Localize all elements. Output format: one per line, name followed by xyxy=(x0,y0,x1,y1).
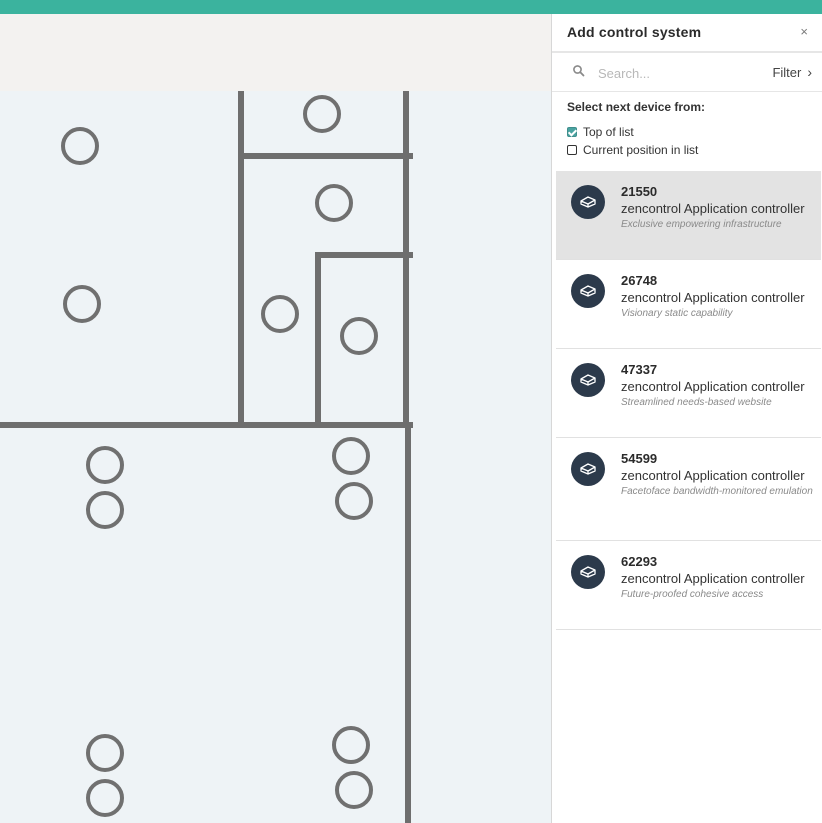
controller-icon xyxy=(571,555,605,589)
chevron-right-icon: › xyxy=(807,64,812,80)
device-list-item[interactable]: 47337 zencontrol Application controller … xyxy=(556,349,821,438)
device-id: 47337 xyxy=(621,362,658,377)
controller-icon xyxy=(571,185,605,219)
close-button[interactable]: × xyxy=(800,24,808,39)
filter-label: Filter xyxy=(772,65,802,80)
panel-title: Add control system xyxy=(567,24,702,40)
search-bar: Filter › xyxy=(552,53,822,92)
device-description: Exclusive empowering infrastructure xyxy=(621,219,782,230)
checkbox-current-position[interactable] xyxy=(567,145,577,155)
device-info: 21550 zencontrol Application controller … xyxy=(621,184,816,232)
panel-header: Add control system × xyxy=(552,14,822,53)
luminaire[interactable] xyxy=(303,95,341,133)
luminaire[interactable] xyxy=(63,285,101,323)
checkbox-top-of-list[interactable] xyxy=(567,127,577,137)
option-current-position[interactable]: Current position in list xyxy=(567,143,698,157)
select-next-device-label: Select next device from: xyxy=(567,100,706,114)
device-info: 62293 zencontrol Application controller … xyxy=(621,554,816,602)
app-header-bar xyxy=(0,0,822,14)
option-label: Current position in list xyxy=(583,143,699,157)
map-toolbar xyxy=(0,14,551,92)
device-name: zencontrol Application controller xyxy=(621,468,805,483)
floor-plan xyxy=(0,91,413,823)
luminaire[interactable] xyxy=(86,491,124,529)
luminaire[interactable] xyxy=(332,437,370,475)
controller-icon xyxy=(571,452,605,486)
luminaire[interactable] xyxy=(315,184,353,222)
device-name: zencontrol Application controller xyxy=(621,379,805,394)
luminaire[interactable] xyxy=(335,482,373,520)
luminaire[interactable] xyxy=(335,771,373,809)
device-info: 54599 zencontrol Application controller … xyxy=(621,451,816,499)
device-name: zencontrol Application controller xyxy=(621,571,805,586)
option-label: Top of list xyxy=(583,125,634,139)
option-top-of-list[interactable]: Top of list xyxy=(567,125,634,139)
device-list-item[interactable]: 62293 zencontrol Application controller … xyxy=(556,541,821,630)
device-description: Streamlined needs-based website xyxy=(621,397,772,408)
luminaire[interactable] xyxy=(86,446,124,484)
device-list: 21550 zencontrol Application controller … xyxy=(556,171,821,630)
luminaire[interactable] xyxy=(86,779,124,817)
device-info: 26748 zencontrol Application controller … xyxy=(621,273,816,321)
device-name: zencontrol Application controller xyxy=(621,201,805,216)
device-description: Facetoface bandwidth-monitored emulation xyxy=(621,486,813,497)
controller-icon xyxy=(571,274,605,308)
filter-button[interactable]: Filter › xyxy=(772,64,812,80)
device-info: 47337 zencontrol Application controller … xyxy=(621,362,816,410)
luminaire[interactable] xyxy=(61,127,99,165)
floor-plan-canvas[interactable] xyxy=(0,91,551,823)
device-id: 54599 xyxy=(621,451,658,466)
device-id: 62293 xyxy=(621,554,658,569)
device-name: zencontrol Application controller xyxy=(621,290,805,305)
luminaire[interactable] xyxy=(340,317,378,355)
luminaire[interactable] xyxy=(332,726,370,764)
search-input[interactable] xyxy=(596,62,750,84)
luminaire[interactable] xyxy=(261,295,299,333)
device-description: Future-proofed cohesive access xyxy=(621,589,764,600)
device-list-item[interactable]: 21550 zencontrol Application controller … xyxy=(556,171,821,260)
controller-icon xyxy=(571,363,605,397)
add-control-system-panel: Add control system × Filter › Select next… xyxy=(551,14,822,823)
luminaire[interactable] xyxy=(86,734,124,772)
device-list-item[interactable]: 26748 zencontrol Application controller … xyxy=(556,260,821,349)
device-list-item[interactable]: 54599 zencontrol Application controller … xyxy=(556,438,821,541)
device-id: 26748 xyxy=(621,273,658,288)
device-id: 21550 xyxy=(621,184,658,199)
search-icon xyxy=(573,65,585,77)
device-description: Visionary static capability xyxy=(621,308,733,319)
